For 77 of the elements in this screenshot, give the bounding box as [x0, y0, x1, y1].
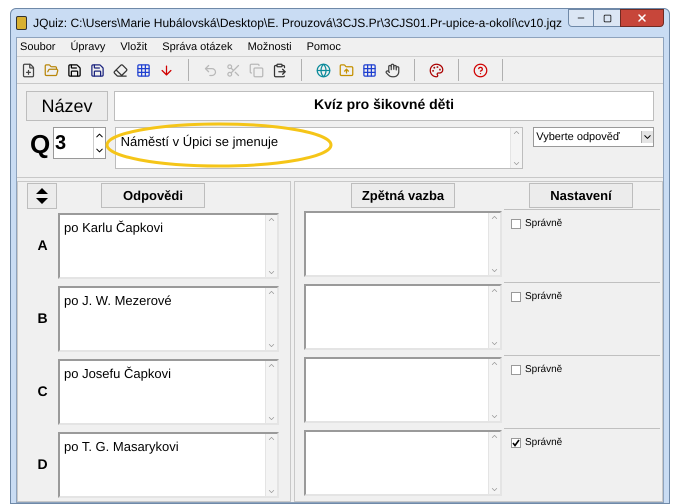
- maximize-button[interactable]: [594, 9, 620, 27]
- title-button[interactable]: Název: [26, 91, 108, 121]
- answer-letter: A: [36, 236, 49, 255]
- question-text-field[interactable]: Náměstí v Úpici se jmenuje: [114, 127, 524, 169]
- answer-letter: B: [36, 309, 49, 328]
- menu-item[interactable]: Soubor: [20, 38, 56, 56]
- quiz-title-field[interactable]: Kvíz pro šikovné děti: [114, 91, 654, 121]
- arrow-down-icon[interactable]: [159, 62, 174, 78]
- scroll-bar[interactable]: [488, 359, 500, 421]
- scroll-bar[interactable]: [488, 213, 500, 275]
- palette-icon[interactable]: [429, 62, 444, 78]
- scroll-up-icon[interactable]: [490, 432, 499, 441]
- scroll-up-icon[interactable]: [512, 128, 522, 137]
- settings-header-button[interactable]: Nastavení: [529, 183, 633, 208]
- answers-header-button[interactable]: Odpovědi: [101, 183, 205, 208]
- scroll-bar[interactable]: [510, 128, 522, 168]
- scroll-down-icon[interactable]: [512, 159, 522, 168]
- scroll-bar[interactable]: [488, 432, 500, 494]
- folder-icon[interactable]: [44, 62, 59, 78]
- correct-label: Správně: [525, 290, 562, 304]
- scroll-up-icon[interactable]: [490, 286, 499, 295]
- scroll-bar[interactable]: [265, 214, 277, 276]
- help-icon[interactable]: [473, 62, 488, 78]
- up-down-arrows-icon: [35, 186, 49, 206]
- scroll-down-icon[interactable]: [490, 412, 499, 421]
- correct-checkbox[interactable]: [511, 364, 521, 374]
- scroll-up-icon[interactable]: [490, 359, 499, 368]
- feedback-text-field[interactable]: [304, 430, 502, 496]
- scroll-down-icon[interactable]: [490, 266, 499, 275]
- answer-text-field[interactable]: po T. G. Masarykovi: [58, 432, 279, 498]
- save-icon[interactable]: [67, 62, 82, 78]
- close-icon: [636, 12, 648, 24]
- new-file-icon[interactable]: [21, 62, 36, 78]
- answer-type-dropdown[interactable]: Vyberte odpověď: [533, 127, 654, 147]
- folder-icon[interactable]: [339, 62, 354, 78]
- answer-letter: D: [36, 455, 49, 474]
- correct-checkbox[interactable]: [511, 218, 521, 228]
- correct-label: Správně: [525, 363, 562, 377]
- feedback-text-field[interactable]: [304, 211, 502, 277]
- scroll-up-icon[interactable]: [490, 213, 499, 222]
- scroll-bar[interactable]: [265, 288, 277, 350]
- feedback-text-field[interactable]: [304, 284, 502, 350]
- hand-icon[interactable]: [385, 62, 400, 78]
- close-button[interactable]: [620, 9, 664, 27]
- answer-letter: C: [36, 382, 49, 401]
- globe-icon[interactable]: [316, 62, 331, 78]
- menu-item[interactable]: Úpravy: [70, 38, 106, 56]
- menu-item[interactable]: Vložit: [120, 38, 148, 56]
- menu-item[interactable]: Pomoc: [306, 38, 341, 56]
- checkmark-icon: [512, 438, 520, 446]
- question-number-spinner[interactable]: 3: [53, 127, 106, 159]
- maximize-icon: [602, 14, 612, 22]
- scroll-down-icon[interactable]: [490, 339, 499, 348]
- paste-icon[interactable]: [272, 62, 287, 78]
- correct-checkbox[interactable]: [511, 292, 521, 302]
- app-icon: [16, 16, 28, 30]
- answer-text-field[interactable]: po Josefu Čapkovi: [58, 358, 279, 424]
- correct-checkbox[interactable]: [511, 438, 521, 448]
- eraser-icon[interactable]: [113, 62, 128, 78]
- answer-text-field[interactable]: po Karlu Čapkovi: [58, 212, 279, 278]
- feedback-text-field[interactable]: [304, 357, 502, 423]
- dropdown-icon[interactable]: [641, 131, 654, 143]
- scroll-bar[interactable]: [265, 360, 277, 422]
- window-title: JQuiz: C:\Users\Marie Hubálovská\Desktop\E. Prouzová\3CJS.Pr\3CJS01.Pr-upice-a-okolí\cv10.jqz: [33, 15, 562, 32]
- grid-icon[interactable]: [362, 62, 377, 78]
- menu-item[interactable]: Možnosti: [248, 38, 292, 56]
- scroll-bar[interactable]: [265, 434, 277, 496]
- scroll-down-icon[interactable]: [490, 485, 499, 494]
- answer-text-field[interactable]: po J. W. Mezerové: [58, 286, 279, 352]
- grid-icon[interactable]: [136, 62, 151, 78]
- feedback-header-button[interactable]: Zpětná vazba: [351, 183, 455, 208]
- correct-label: Správně: [525, 217, 562, 231]
- correct-label: Správně: [525, 436, 562, 450]
- scroll-bar[interactable]: [488, 286, 500, 348]
- save-as-icon[interactable]: [90, 62, 105, 78]
- reorder-button[interactable]: [27, 182, 57, 208]
- menu-item[interactable]: Správa otázek: [162, 38, 233, 56]
